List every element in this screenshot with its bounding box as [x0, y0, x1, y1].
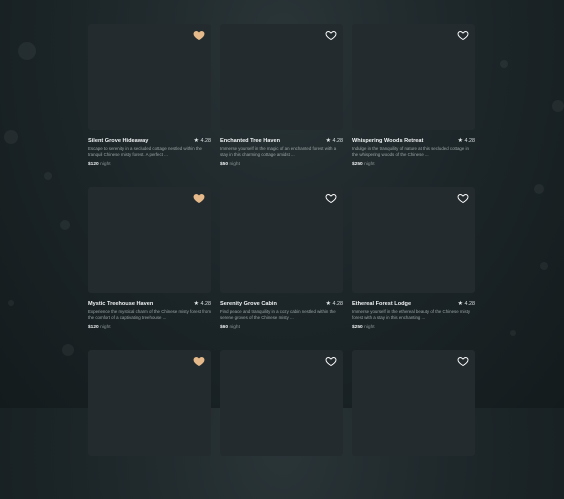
listing-price: $250 night — [352, 162, 475, 167]
star-icon: ★ — [193, 300, 199, 307]
background-bubble — [540, 262, 548, 270]
rating-value: 4.28 — [332, 137, 344, 144]
heart-icon[interactable] — [193, 29, 205, 41]
price-amount: $120 — [88, 161, 99, 167]
price-unit: night — [229, 324, 240, 330]
background-bubble — [500, 60, 508, 68]
price-unit: night — [229, 161, 240, 167]
background-bubble — [4, 130, 18, 144]
rating: ★ 4.28 — [326, 138, 343, 144]
listing-card[interactable]: Mystic Treehouse Haven ★ 4.28 Experience … — [88, 187, 211, 336]
listing-name[interactable]: Mystic Treehouse Haven — [88, 301, 153, 307]
background-bubble — [44, 172, 52, 180]
listing-image[interactable] — [88, 24, 211, 130]
price-amount: $60 — [220, 324, 229, 330]
background-bubble — [552, 100, 564, 112]
background-bubble — [62, 344, 74, 356]
rating: ★ 4.28 — [458, 301, 475, 307]
price-amount: $120 — [88, 324, 99, 330]
listing-image[interactable] — [88, 187, 211, 293]
price-unit: night — [364, 161, 375, 167]
listing-description: Immerse yourself in the magic of an ench… — [220, 146, 337, 158]
listing-image[interactable] — [352, 187, 475, 293]
rating-value: 4.28 — [200, 300, 212, 307]
listing-name[interactable]: Serenity Grove Cabin — [220, 301, 277, 307]
listing-card[interactable]: Silent Grove Hideaway ★ 4.28 Escape to se… — [88, 24, 211, 173]
background-bubble — [510, 330, 516, 336]
price-amount: $250 — [352, 161, 363, 167]
star-icon: ★ — [325, 137, 331, 144]
listing-card[interactable]: Serenity Grove Cabin ★ 4.28 Find peace an… — [220, 187, 343, 336]
rating-value: 4.28 — [200, 137, 212, 144]
listing-card[interactable]: Ethereal Forest Lodge ★ 4.28 Immerse your… — [352, 187, 475, 336]
listing-name[interactable]: Ethereal Forest Lodge — [352, 301, 411, 307]
star-icon: ★ — [457, 300, 463, 307]
heart-icon[interactable] — [457, 192, 469, 204]
heart-icon[interactable] — [325, 192, 337, 204]
listing-description: Escape to serenity in a secluded cottage… — [88, 146, 202, 158]
listing-description: Indulge in the tranquility of nature at … — [352, 146, 469, 158]
price-unit: night — [100, 161, 111, 167]
star-icon: ★ — [457, 137, 463, 144]
rating-value: 4.28 — [464, 300, 476, 307]
price-unit: night — [364, 324, 375, 330]
listing-name[interactable]: Whispering Woods Retreat — [352, 138, 423, 144]
listing-price: $120 night — [88, 162, 211, 167]
listing-description: Immerse yourself in the ethereal beauty … — [352, 309, 471, 321]
heart-icon[interactable] — [325, 29, 337, 41]
listing-description: Find peace and tranquility in a cozy cab… — [220, 309, 336, 321]
listing-image[interactable] — [220, 187, 343, 293]
listing-price: $120 night — [88, 325, 211, 330]
rating: ★ 4.28 — [194, 138, 211, 144]
background-bubble — [18, 42, 36, 60]
heart-icon[interactable] — [457, 355, 469, 367]
star-icon: ★ — [325, 300, 331, 307]
listing-image[interactable] — [220, 350, 343, 456]
rating: ★ 4.28 — [194, 301, 211, 307]
rating-value: 4.28 — [464, 137, 476, 144]
listing-description: Experience the mystical charm of the Chi… — [88, 309, 211, 321]
heart-icon[interactable] — [193, 355, 205, 367]
price-unit: night — [100, 324, 111, 330]
listing-price: $250 night — [352, 325, 475, 330]
listing-card[interactable] — [88, 350, 211, 499]
listings-grid: Silent Grove Hideaway ★ 4.28 Escape to se… — [88, 24, 475, 499]
listing-card[interactable] — [352, 350, 475, 499]
listing-image[interactable] — [88, 350, 211, 456]
heart-icon[interactable] — [193, 192, 205, 204]
listing-price: $60 night — [220, 325, 343, 330]
listing-card[interactable] — [220, 350, 343, 499]
heart-icon[interactable] — [457, 29, 469, 41]
background-bubble — [534, 184, 544, 194]
listing-image[interactable] — [352, 24, 475, 130]
background-bubble — [8, 300, 14, 306]
listing-image[interactable] — [352, 350, 475, 456]
listing-card[interactable]: Whispering Woods Retreat ★ 4.28 Indulge i… — [352, 24, 475, 173]
listing-name[interactable]: Silent Grove Hideaway — [88, 138, 148, 144]
listing-price: $50 night — [220, 162, 343, 167]
listing-card[interactable]: Enchanted Tree Haven ★ 4.28 Immerse yours… — [220, 24, 343, 173]
price-amount: $250 — [352, 324, 363, 330]
rating: ★ 4.28 — [458, 138, 475, 144]
price-amount: $50 — [220, 161, 229, 167]
rating: ★ 4.28 — [326, 301, 343, 307]
background-bubble — [60, 220, 70, 230]
heart-icon[interactable] — [325, 355, 337, 367]
listing-name[interactable]: Enchanted Tree Haven — [220, 138, 280, 144]
star-icon: ★ — [193, 137, 199, 144]
rating-value: 4.28 — [332, 300, 344, 307]
listing-image[interactable] — [220, 24, 343, 130]
